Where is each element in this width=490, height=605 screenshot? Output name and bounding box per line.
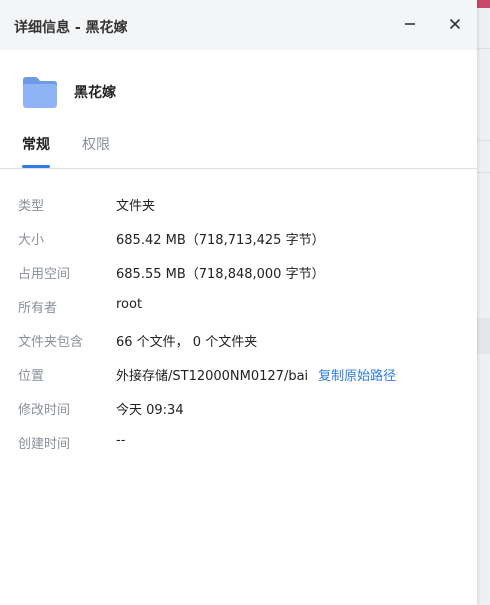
detail-row-contents: 文件夹包含 66 个文件， 0 个文件夹	[0, 322, 477, 356]
detail-label: 创建时间	[18, 437, 71, 452]
detail-value: --	[116, 433, 126, 448]
tab-permissions[interactable]: 权限	[82, 134, 110, 154]
details-dialog: 详细信息 - 黑花嫁 黑花嫁 常规 权限 类型 文件夹 大小 685.42 MB…	[0, 0, 477, 605]
detail-value: 今天 09:34	[116, 403, 184, 418]
detail-value: 66 个文件， 0 个文件夹	[116, 335, 258, 350]
detail-row-location: 位置 外接存储/ST12000NM0127/bai 复制原始路径	[0, 356, 477, 390]
close-icon	[449, 18, 461, 30]
detail-row-owner: 所有者 root	[0, 288, 477, 322]
item-name: 黑花嫁	[74, 85, 116, 101]
detail-row-disk-usage: 占用空间 685.55 MB（718,848,000 字节）	[0, 254, 477, 288]
detail-label: 修改时间	[18, 403, 71, 418]
copy-original-path-link[interactable]: 复制原始路径	[318, 369, 396, 384]
detail-value: 外接存储/ST12000NM0127/bai 复制原始路径	[116, 365, 396, 384]
background-divider	[476, 48, 490, 49]
active-tab-indicator	[22, 165, 50, 168]
background-divider	[476, 140, 490, 141]
detail-label: 大小	[18, 233, 45, 248]
title-bar[interactable]: 详细信息 - 黑花嫁	[0, 0, 477, 50]
item-header: 黑花嫁	[20, 72, 116, 112]
background-accent	[476, 0, 490, 8]
detail-label: 所有者	[18, 301, 58, 316]
detail-row-type: 类型 文件夹	[0, 186, 477, 220]
detail-value: 文件夹	[116, 199, 156, 214]
background-window	[476, 0, 490, 605]
folder-icon	[23, 77, 57, 108]
detail-row-created: 创建时间 --	[0, 424, 477, 458]
detail-value: 685.55 MB（718,848,000 字节）	[116, 267, 325, 282]
minimize-button[interactable]	[398, 12, 422, 36]
tab-general[interactable]: 常规	[22, 134, 50, 154]
detail-row-size: 大小 685.42 MB（718,713,425 字节）	[0, 220, 477, 254]
detail-label: 位置	[18, 369, 45, 384]
background-divider	[476, 172, 490, 173]
tab-bar: 常规 权限	[0, 126, 477, 169]
close-button[interactable]	[443, 12, 467, 36]
detail-label: 文件夹包含	[18, 335, 84, 350]
dialog-title: 详细信息 - 黑花嫁	[14, 20, 128, 36]
minimize-icon	[405, 23, 415, 25]
detail-label: 占用空间	[18, 267, 71, 282]
detail-row-modified: 修改时间 今天 09:34	[0, 390, 477, 424]
location-path: 外接存储/ST12000NM0127/bai	[116, 369, 309, 384]
detail-value: root	[116, 297, 143, 312]
background-selected-row	[476, 318, 490, 354]
detail-label: 类型	[18, 199, 45, 214]
detail-value: 685.42 MB（718,713,425 字节）	[116, 233, 325, 248]
